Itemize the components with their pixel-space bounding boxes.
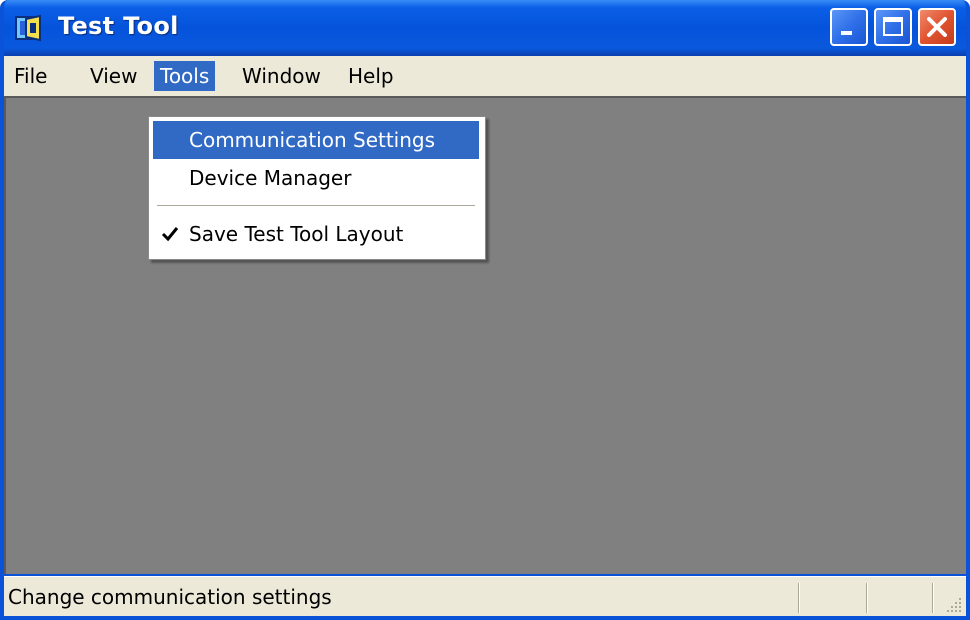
title-bar[interactable]: Test Tool — [4, 0, 966, 56]
app-icon — [15, 14, 41, 42]
window-title: Test Tool — [58, 12, 179, 40]
maximize-icon — [883, 17, 903, 36]
status-text: Change communication settings — [8, 585, 332, 609]
resize-grip-icon[interactable] — [944, 595, 964, 615]
menu-item-label: Communication Settings — [189, 128, 436, 152]
status-pane-divider — [932, 583, 934, 613]
menu-window[interactable]: Window — [236, 61, 327, 91]
menu-item-label: Save Test Tool Layout — [189, 222, 404, 246]
checkmark-icon — [161, 227, 179, 242]
menu-view[interactable]: View — [84, 61, 143, 91]
tools-menu-dropdown: Communication Settings Device Manager Sa… — [148, 116, 486, 260]
minimize-button[interactable] — [830, 8, 868, 46]
menu-item-label: Device Manager — [189, 166, 352, 190]
menu-item-communication-settings[interactable]: Communication Settings — [153, 121, 479, 159]
menu-tools[interactable]: Tools — [154, 61, 216, 91]
status-pane-divider — [798, 583, 800, 613]
app-window: Test Tool File View Tools Window Help Ch… — [0, 0, 970, 620]
menu-item-device-manager[interactable]: Device Manager — [153, 159, 479, 197]
menu-help[interactable]: Help — [342, 61, 400, 91]
menu-bar: File View Tools Window Help — [4, 56, 966, 96]
close-button[interactable] — [918, 8, 956, 46]
menu-separator — [157, 205, 475, 206]
menu-file[interactable]: File — [8, 61, 53, 91]
close-icon — [927, 17, 947, 37]
minimize-icon — [841, 31, 852, 35]
maximize-button[interactable] — [874, 8, 912, 46]
menu-item-save-layout[interactable]: Save Test Tool Layout — [153, 215, 479, 253]
status-pane-divider — [866, 583, 868, 613]
status-bar: Change communication settings — [4, 576, 966, 616]
